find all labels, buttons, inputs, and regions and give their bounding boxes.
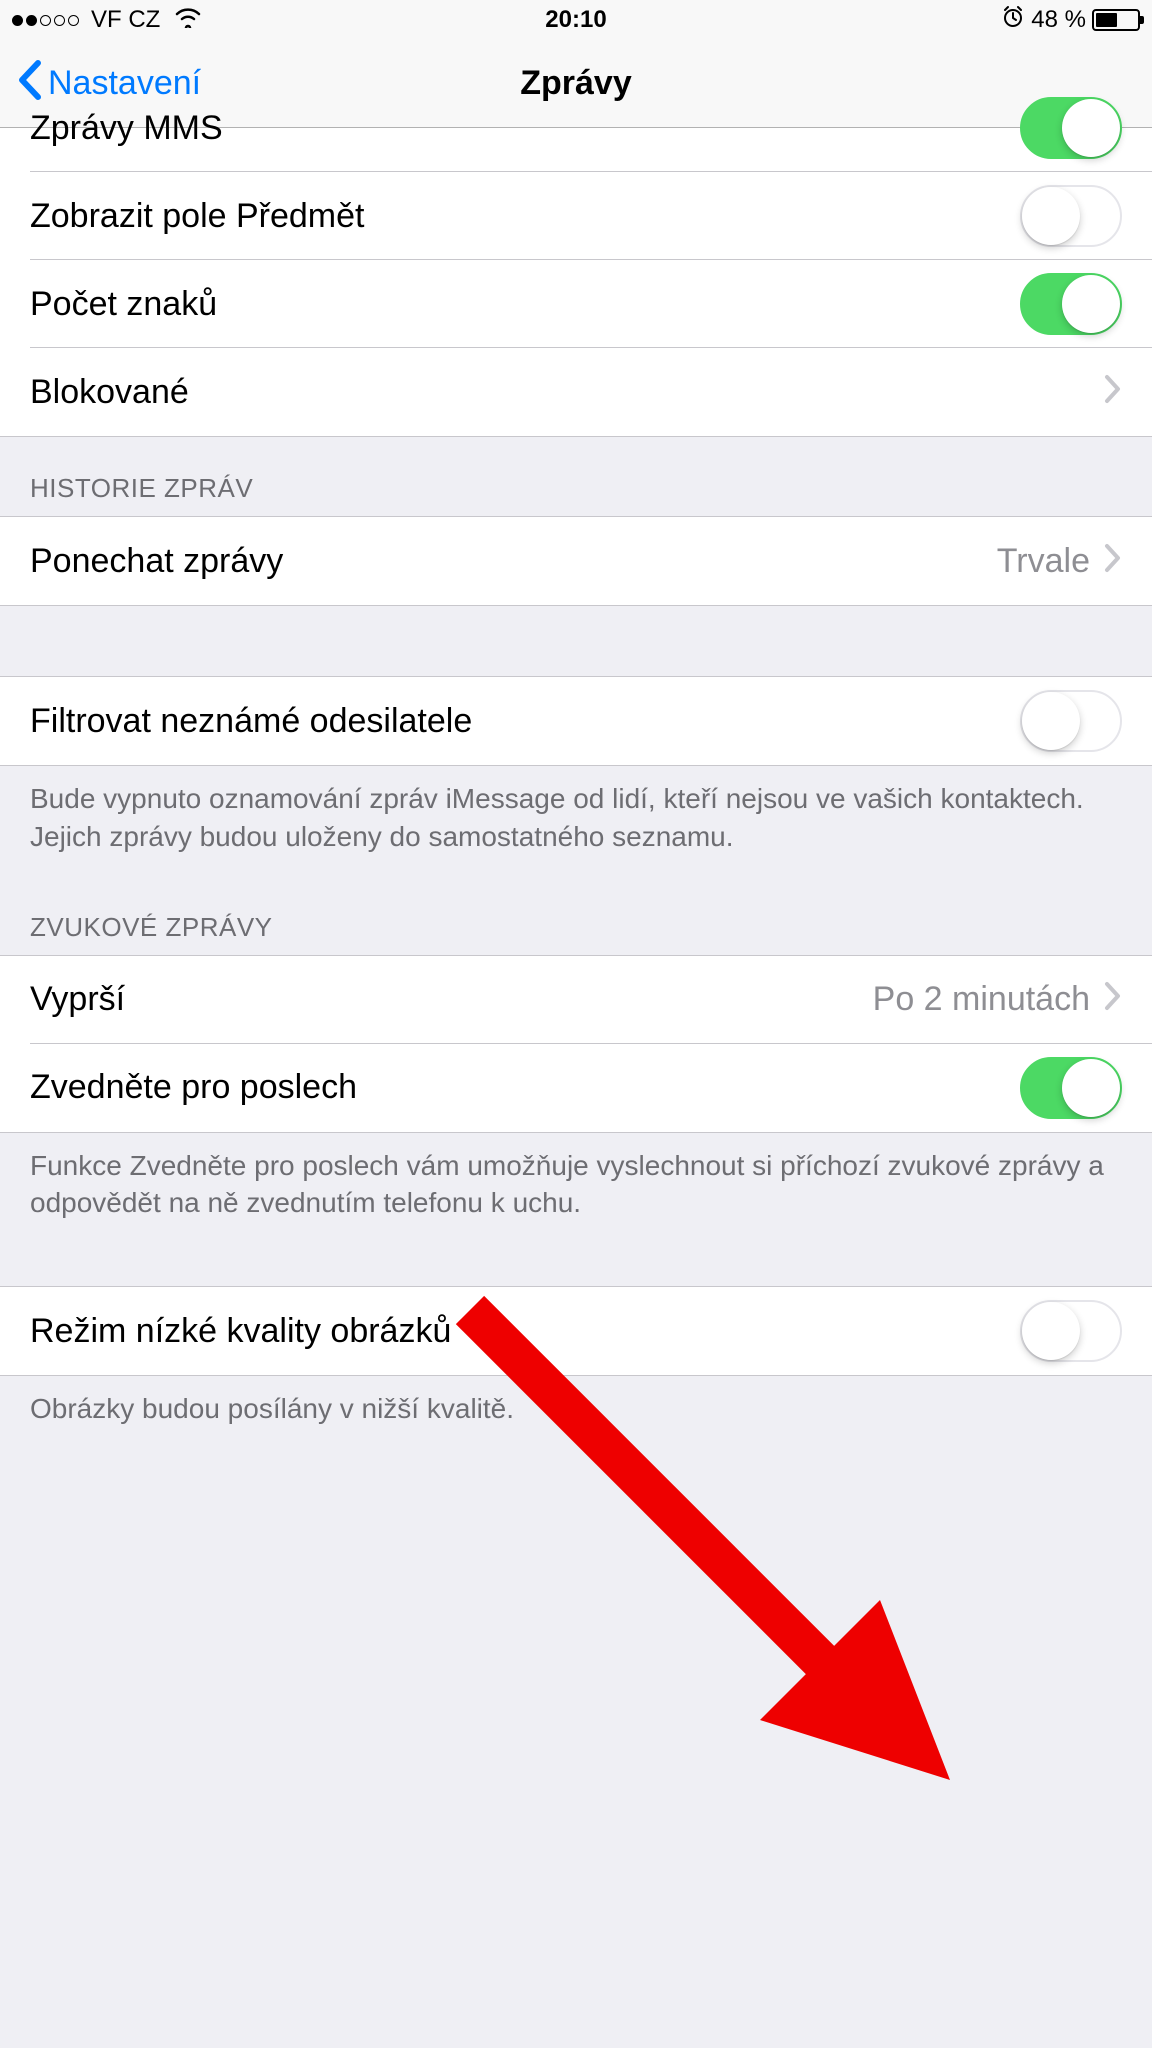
row-label: Zvedněte pro poslech [30, 1068, 357, 1107]
carrier-label: VF CZ [91, 6, 160, 34]
toggle-subject-field[interactable] [1020, 185, 1122, 247]
row-label: Vyprší [30, 980, 125, 1019]
row-blocked[interactable]: Blokované [0, 348, 1152, 436]
row-label: Zobrazit pole Předmět [30, 197, 365, 236]
row-filter-unknown[interactable]: Filtrovat neznámé odesilatele [0, 677, 1152, 765]
row-label: Počet znaků [30, 285, 217, 324]
row-label: Filtrovat neznámé odesilatele [30, 702, 472, 741]
chevron-right-icon [1104, 978, 1122, 1021]
wifi-icon [174, 6, 202, 35]
row-keep-messages[interactable]: Ponechat zprávy Trvale [0, 517, 1152, 605]
toggle-low-quality-images[interactable] [1020, 1300, 1122, 1362]
history-section: Ponechat zprávy Trvale [0, 516, 1152, 606]
toggle-raise-to-listen[interactable] [1020, 1057, 1122, 1119]
section-footer-filter: Bude vypnuto oznamování zpráv iMessage o… [0, 766, 1152, 876]
row-value: Po 2 minutách [873, 980, 1090, 1019]
status-right: 48 % [1001, 5, 1140, 35]
sms-mms-section: Zprávy MMS Zobrazit pole Předmět Počet z… [0, 84, 1152, 437]
filter-section: Filtrovat neznámé odesilatele [0, 676, 1152, 766]
status-left: VF CZ [12, 6, 202, 35]
row-low-quality-images[interactable]: Režim nízké kvality obrázků [0, 1287, 1152, 1375]
toggle-char-count[interactable] [1020, 273, 1122, 335]
battery-percent: 48 % [1031, 6, 1086, 34]
section-footer-audio: Funkce Zvedněte pro poslech vám umožňuje… [0, 1133, 1152, 1243]
row-label: Blokované [30, 373, 189, 412]
row-char-count[interactable]: Počet znaků [0, 260, 1152, 348]
row-value: Trvale [997, 542, 1090, 581]
row-expire[interactable]: Vyprší Po 2 minutách [0, 956, 1152, 1044]
row-mms[interactable]: Zprávy MMS [0, 84, 1152, 172]
section-header-audio: ZVUKOVÉ ZPRÁVY [0, 876, 1152, 955]
chevron-right-icon [1104, 540, 1122, 583]
signal-strength-icon [12, 15, 79, 26]
status-time: 20:10 [545, 6, 606, 34]
battery-icon [1092, 9, 1140, 31]
chevron-right-icon [1104, 371, 1122, 414]
audio-section: Vyprší Po 2 minutách Zvedněte pro poslec… [0, 955, 1152, 1133]
low-quality-section: Režim nízké kvality obrázků [0, 1286, 1152, 1376]
toggle-mms[interactable] [1020, 97, 1122, 159]
alarm-icon [1001, 5, 1025, 35]
row-label: Ponechat zprávy [30, 542, 283, 581]
row-raise-to-listen[interactable]: Zvedněte pro poslech [0, 1044, 1152, 1132]
status-bar: VF CZ 20:10 48 % [0, 0, 1152, 40]
row-label: Zprávy MMS [30, 109, 223, 148]
row-subject-field[interactable]: Zobrazit pole Předmět [0, 172, 1152, 260]
row-label: Režim nízké kvality obrázků [30, 1312, 451, 1351]
section-header-history: HISTORIE ZPRÁV [0, 437, 1152, 516]
section-footer-lowq: Obrázky budou posílány v nižší kvalitě. [0, 1376, 1152, 1448]
toggle-filter-unknown[interactable] [1020, 690, 1122, 752]
